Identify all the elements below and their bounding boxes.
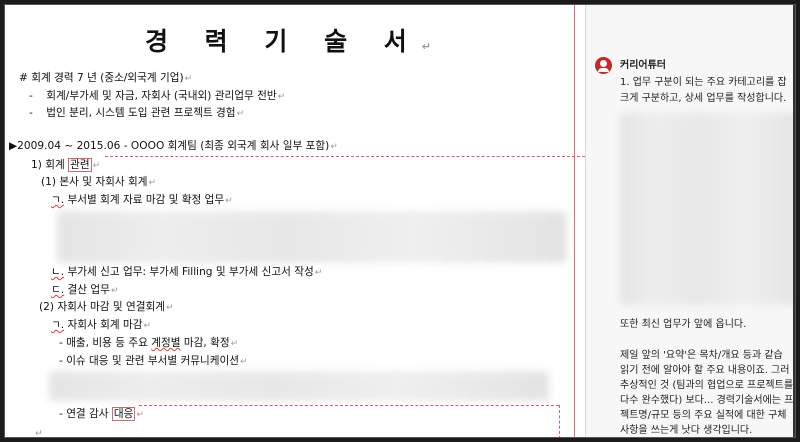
word-window: 경 력 기 술 서↵ # 회계 경력 7 년 (중소/외국계 기업)↵ - 회계… bbox=[4, 4, 796, 438]
comment-text[interactable]: 추상적인 것 (팀과의 협업으로 프로젝트를 bbox=[620, 379, 793, 392]
comment-anchor-line bbox=[559, 405, 560, 437]
summary-heading: # 회계 경력 7 년 (중소/외국계 기업)↵ bbox=[19, 72, 193, 84]
comment-text[interactable]: 사항을 쓰는게 낫다 생각입니다. bbox=[620, 424, 752, 437]
list-item: ㄱ. 부서별 회계 자료 마감 및 확정 업무↵ bbox=[51, 194, 233, 206]
comment-text[interactable]: 읽기 전에 알아야 할 주요 내용이죠. 그러 bbox=[620, 364, 789, 377]
redacted-text bbox=[49, 371, 549, 401]
comment-text[interactable]: 크게 구분하고, 상세 업무를 작성합니다. bbox=[620, 92, 786, 105]
page-margin-line bbox=[574, 5, 575, 437]
comment-author: 커리어튜터 bbox=[620, 60, 666, 71]
comment-highlight[interactable]: 대응 bbox=[111, 407, 136, 421]
employment-period: ▶2009.04 ~ 2015.06 - OOOO 회계팀 (최종 외국계 회사… bbox=[9, 140, 338, 152]
document-title: 경 력 기 술 서↵ bbox=[144, 27, 446, 56]
comment-text[interactable]: 제일 앞의 '요약'은 목차/개요 등과 같습 bbox=[620, 349, 783, 362]
comment-text[interactable]: 다수 완수했다) 보다... 경력기술서에는 프 bbox=[620, 394, 793, 407]
redacted-text bbox=[620, 113, 795, 305]
list-item: ㄱ. 자회사 회계 마감↵ bbox=[51, 319, 152, 331]
summary-item: - 회계/부가세 및 자금, 자회사 (국내외) 관리업무 전반↵ bbox=[29, 90, 286, 102]
section-heading: 1) 회계 관련 ↵ bbox=[31, 158, 101, 172]
comment-text[interactable]: 1. 업무 구분이 되는 주요 카테고리를 잡 bbox=[620, 76, 787, 89]
bullet-item: - 이슈 대응 및 관련 부서별 커뮤니케이션↵ bbox=[59, 355, 248, 367]
summary-item: - 법인 분리, 시스템 도입 관련 프로젝트 경험↵ bbox=[29, 107, 245, 119]
scrollbar[interactable] bbox=[793, 5, 795, 437]
comment-anchor-line bbox=[105, 156, 585, 157]
sub-section: (1) 본사 및 자회사 회계↵ bbox=[41, 176, 156, 188]
comment-text[interactable]: 젝트명/규모 등의 주요 실적에 대한 구체 bbox=[620, 409, 786, 422]
list-item: ㄷ. 결산 업무↵ bbox=[51, 284, 119, 296]
document-page[interactable]: 경 력 기 술 서↵ # 회계 경력 7 년 (중소/외국계 기업)↵ - 회계… bbox=[5, 5, 585, 438]
comment-pane: 커리어튜터 1. 업무 구분이 되는 주요 카테고리를 잡 크게 구분하고, 상… bbox=[585, 5, 795, 437]
comment-text[interactable]: 또한 최신 업무가 앞에 옵니다. bbox=[620, 318, 746, 331]
list-item: ㄴ. 부가세 신고 업무: 부가세 Filling 및 부가세 신고서 작성↵ bbox=[51, 266, 323, 278]
user-avatar-icon bbox=[595, 57, 612, 74]
paragraph-mark: ↵ bbox=[35, 429, 43, 438]
comment-highlight[interactable]: 관련 bbox=[68, 158, 92, 172]
redacted-text bbox=[57, 211, 567, 263]
bullet-item: - 매출, 비용 등 주요 계정별 마감, 확정↵ bbox=[59, 337, 239, 349]
sub-section: (2) 자회사 마감 및 연결회계↵ bbox=[39, 301, 174, 313]
bullet-item: - 연결 감사 대응 ↵ bbox=[59, 407, 144, 421]
comment-anchor-line bbox=[139, 405, 559, 406]
